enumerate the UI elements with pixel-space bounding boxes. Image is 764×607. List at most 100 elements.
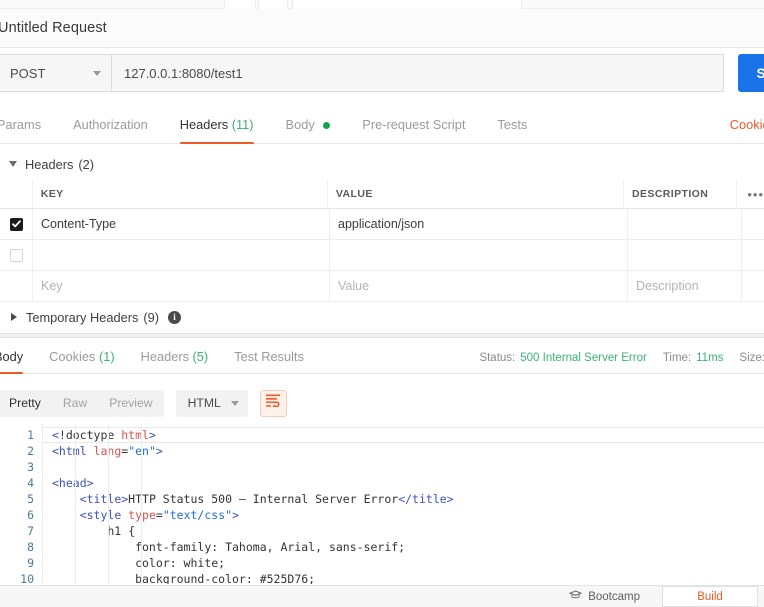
response-pane-divider[interactable] [0,333,764,338]
indent-guide [75,424,76,584]
row-checkbox-cell [0,271,33,301]
new-header-value-input[interactable]: Value [338,279,369,293]
tab-params[interactable]: Params [0,117,41,143]
tab-pre-request-script[interactable]: Pre-request Script [362,117,465,143]
status-label: Status: [479,352,516,364]
code-token: background-color: #525D76; [52,572,316,584]
response-tab-cookies[interactable]: Cookies (1) [49,349,114,373]
indent-guide [42,424,43,584]
code-token: <style [79,508,129,522]
time-value[interactable]: 11ms [696,352,723,364]
request-url-input[interactable]: 127.0.0.1:8080/test1 [111,54,724,92]
graduation-cap-icon [568,590,588,603]
response-tab-test-results[interactable]: Test Results [234,349,304,373]
row-checkbox-cell[interactable] [0,209,33,239]
tab-body[interactable]: Body [286,117,331,143]
headers-section-label: Headers [25,156,74,172]
code-token: "text/css" [162,508,233,522]
line-number: 10 [20,572,34,584]
line-number: 3 [27,460,34,474]
response-language-select[interactable]: HTML [175,389,248,417]
tab-body-label: Body [285,117,315,132]
code-line: background-color: #525D76; [52,571,764,584]
checkbox-checked-icon[interactable] [9,217,23,231]
table-row-new[interactable]: Key Value Description [0,271,764,302]
request-tab-bar: Params Authorization Headers (11) Body P… [0,106,764,144]
code-token: <title> [79,492,129,506]
tab-headers-label: Headers [179,117,229,132]
response-view-mode-group: Pretty Raw Preview [0,389,164,417]
response-body-code-viewer[interactable]: 1 2 3 4 5 6 7 8 9 10 <!doctype html> <htm… [0,424,764,584]
row-checkbox-cell[interactable] [0,240,33,270]
code-token: > [232,508,239,522]
time-label: Time: [662,352,692,364]
tab-headers[interactable]: Headers (11) [179,117,254,144]
response-meta: Status: 500 Internal Server Error Time: … [479,352,764,364]
code-line-gutter: 1 2 3 4 5 6 7 8 9 10 [0,424,42,584]
code-token: HTTP Status 500 – Internal Server Error [128,492,399,506]
request-url-value: 127.0.0.1:8080/test1 [124,65,243,81]
chevron-down-icon [230,400,239,406]
tab-headers-count: (11) [231,117,254,132]
view-mode-raw[interactable]: Raw [52,390,98,417]
response-tab-cookies-label: Cookies [49,349,96,364]
code-content[interactable]: <!doctype html><html lang="en"> <head> <… [42,424,764,584]
word-wrap-toggle[interactable] [259,389,287,417]
cookies-link[interactable]: Cookies [730,117,764,132]
header-value-value[interactable]: application/json [338,217,424,231]
temporary-headers-count: (9) [143,309,160,325]
code-token: <html [52,444,94,458]
new-header-key-input[interactable]: Key [41,279,63,293]
code-line: <title>HTTP Status 500 – Internal Server… [52,491,764,507]
code-line: <html lang="en"> [52,443,764,459]
response-tab-bar: Body Cookies (1) Headers (5) Test Result… [0,340,764,374]
code-token: font-family: Tahoma, Arial, sans-serif; [52,540,406,554]
workspace-tab-ghost-1[interactable] [224,0,256,9]
postman-app-window: Untitled Request POST 127.0.0.1:8080/tes… [0,0,764,607]
response-language-label: HTML [187,396,221,410]
workspace-tab-strip [0,0,764,9]
table-row[interactable]: Content-Type application/json [0,209,764,240]
header-select-all-cell [0,180,33,208]
tab-tests[interactable]: Tests [497,117,527,143]
new-header-description-input[interactable]: Description [636,279,699,293]
checkbox-unchecked-icon[interactable] [9,248,23,262]
response-tab-cookies-count: (1) [98,349,115,364]
code-token: "en" [128,444,156,458]
page-title: Untitled Request [0,20,107,36]
workspace-tab-ghost-2[interactable] [258,0,288,9]
tab-authorization[interactable]: Authorization [73,117,148,143]
code-line: color: white; [52,555,764,571]
column-header-value: VALUE [335,188,373,200]
build-button[interactable]: Build [662,586,758,607]
header-key-value[interactable]: Content-Type [41,217,116,231]
bootcamp-label: Bootcamp [588,590,640,603]
temporary-headers-label: Temporary Headers [26,309,139,325]
status-badge[interactable]: 500 Internal Server Error [520,352,647,364]
response-tab-headers[interactable]: Headers (5) [141,349,209,373]
body-present-dot-icon [323,122,331,130]
code-token: </title> [398,492,454,506]
line-number: 7 [27,524,34,538]
send-button[interactable]: Send [738,54,764,92]
line-number: 1 [27,428,34,442]
code-token: <head> [52,476,94,490]
column-header-key: KEY [40,188,64,200]
response-tab-headers-count: (5) [192,349,209,364]
response-tab-body[interactable]: Body [0,349,24,374]
code-token: type [128,508,156,522]
headers-section-count: (2) [78,156,95,172]
bootcamp-button[interactable]: Bootcamp [568,590,640,603]
chevron-down-icon [9,161,17,167]
line-number: 4 [27,476,34,490]
headers-section-toggle[interactable]: Headers (2) [0,150,764,178]
workspace-tab-ghost-3[interactable] [292,0,522,9]
table-row[interactable] [0,240,764,271]
http-method-select[interactable]: POST [0,54,111,92]
info-icon[interactable]: i [168,310,182,324]
temporary-headers-toggle[interactable]: Temporary Headers (9) i [0,302,764,332]
view-mode-preview[interactable]: Preview [98,390,163,417]
view-mode-pretty[interactable]: Pretty [0,390,52,417]
bulk-edit-more-icon[interactable]: ••• [747,187,764,202]
